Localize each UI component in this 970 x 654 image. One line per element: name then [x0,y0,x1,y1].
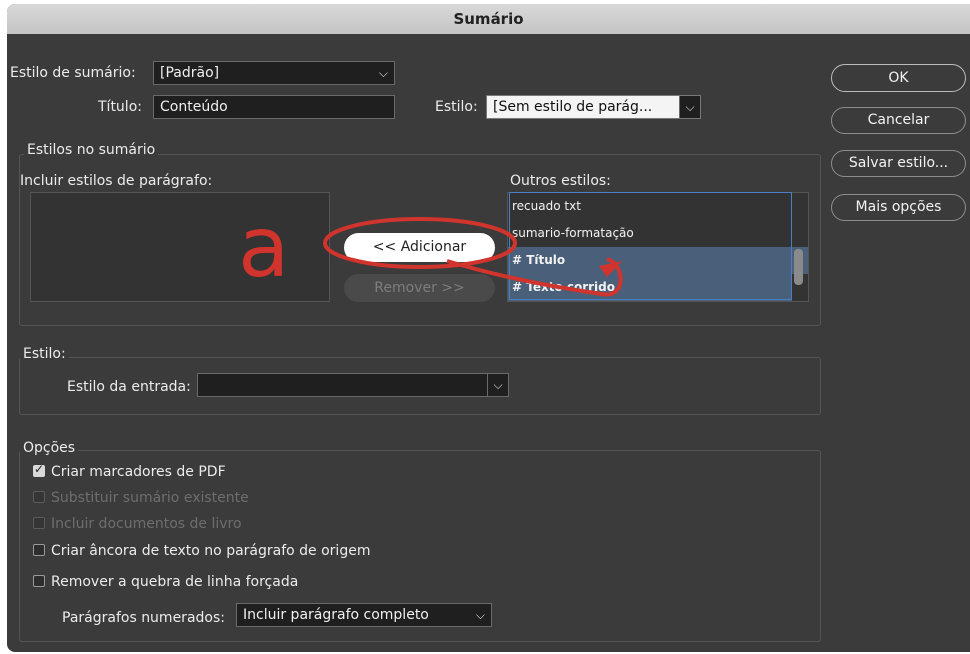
dialog-window: Sumário Estilo de sumário: [Padrão] ⌵ Tí… [7,4,970,652]
chevron-down-icon: ⌵ [475,608,485,622]
option-remove-line-break[interactable]: Remover a quebra de linha forçada [33,574,298,590]
cancel-button[interactable]: Cancelar [831,107,966,134]
annotation-letter: a [238,198,290,296]
toc-styles-group-title: Estilos no sumário [24,142,159,158]
chevron-down-icon: ⌵ [378,66,388,80]
checkbox-checked-icon[interactable] [33,462,45,477]
entry-style-group-title: Estilo: [20,346,69,362]
option-label: Criar marcadores de PDF [51,464,226,480]
numbered-paragraphs-label: Parágrafos numerados: [62,610,225,626]
entry-style-label: Estilo da entrada: [67,379,191,395]
paragraph-style-select[interactable]: [Sem estilo de parág... ⌵ [486,95,701,119]
option-label: Substituir sumário existente [51,490,249,506]
checkbox-icon [33,517,45,529]
option-label: Criar âncora de texto no parágrafo de or… [51,543,371,559]
option-include-book-docs: Incluir documentos de livro [33,516,242,532]
title-label: Título: [98,99,142,115]
annotation-ellipse [323,217,517,269]
list-scrollbar[interactable] [794,249,803,285]
title-input[interactable]: Conteúdo [153,95,395,119]
chevron-down-icon: ⌵ [679,96,700,118]
option-text-anchor[interactable]: Criar âncora de texto no parágrafo de or… [33,543,370,559]
more-options-button[interactable]: Mais opções [831,194,966,221]
dialog-title: Sumário [7,4,970,34]
chevron-down-icon: ⌵ [487,374,508,396]
toc-style-label: Estilo de sumário: [10,65,136,81]
include-styles-label: Incluir estilos de parágrafo: [20,173,213,189]
paragraph-style-label: Estilo: [435,99,478,115]
option-label: Remover a quebra de linha forçada [51,574,299,590]
checkbox-icon [33,491,45,503]
option-pdf-bookmarks[interactable]: Criar marcadores de PDF [33,462,226,480]
toc-style-select[interactable]: [Padrão] ⌵ [153,61,395,85]
option-label: Incluir documentos de livro [51,516,242,532]
annotation-arrow-overlay [323,217,623,297]
numbered-paragraphs-select[interactable]: Incluir parágrafo completo ⌵ [236,603,492,627]
entry-style-select[interactable]: ⌵ [197,373,509,397]
save-style-button[interactable]: Salvar estilo... [831,150,966,177]
checkbox-icon[interactable] [33,544,45,556]
checkbox-icon[interactable] [33,575,45,587]
options-group-title: Opções [20,440,79,456]
option-replace-toc: Substituir sumário existente [33,490,249,506]
toc-style-value: [Padrão] [160,65,220,81]
paragraph-style-value: [Sem estilo de parág... [493,99,653,115]
numbered-paragraphs-value: Incluir parágrafo completo [243,607,429,623]
ok-button[interactable]: OK [831,64,966,92]
other-styles-label: Outros estilos: [510,173,611,189]
